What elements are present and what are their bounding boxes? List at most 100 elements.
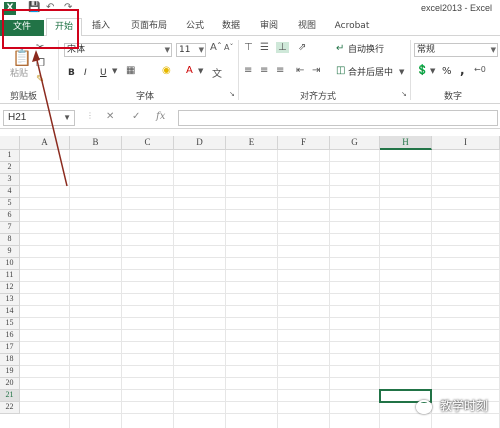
font-size-select[interactable]: 11 ▼ (176, 43, 206, 57)
paste-button[interactable]: 粘贴 (10, 68, 28, 80)
row-header-13[interactable]: 13 (0, 294, 20, 306)
align-right-icon[interactable]: ≡ (276, 65, 284, 76)
copy-icon[interactable]: ❐ (36, 58, 45, 69)
watermark: 教学时刻 (416, 397, 488, 414)
align-center-icon[interactable]: ≡ (260, 65, 268, 76)
phonetic-icon[interactable]: 文 (212, 65, 222, 80)
chevron-down-icon: ▼ (198, 46, 204, 54)
chevron-down-icon[interactable]: ▼ (112, 67, 117, 75)
chevron-down-icon[interactable]: ▼ (430, 67, 435, 75)
chevron-down-icon: ▼ (490, 46, 496, 54)
grid-line (20, 161, 500, 162)
row-header-16[interactable]: 16 (0, 330, 20, 342)
number-format-select[interactable]: 常规 ▼ (414, 43, 498, 57)
cancel-button[interactable]: ✕ (106, 111, 114, 122)
wrap-text-icon[interactable]: ↵ (336, 43, 344, 54)
paste-icon[interactable]: 📋 (12, 48, 32, 67)
row-header-8[interactable]: 8 (0, 234, 20, 246)
row-header-1[interactable]: 1 (0, 150, 20, 162)
dialog-launcher-icon[interactable]: ↘ (401, 90, 407, 98)
column-header-h[interactable]: H (380, 136, 432, 150)
fill-color-icon[interactable]: ◉ (162, 65, 171, 76)
column-header-e[interactable]: E (226, 136, 278, 150)
border-icon[interactable]: ▦ (126, 65, 135, 76)
row-header-7[interactable]: 7 (0, 222, 20, 234)
clipboard-group-label: 剪贴板 (10, 92, 38, 102)
grid-line (20, 293, 500, 294)
grid-line (20, 221, 500, 222)
grid-line (277, 150, 278, 428)
tab-insert[interactable]: 插入 (88, 18, 114, 36)
chevron-down-icon[interactable]: ▼ (63, 111, 71, 125)
chevron-down-icon[interactable]: ▼ (399, 68, 404, 76)
row-header-20[interactable]: 20 (0, 378, 20, 390)
row-header-10[interactable]: 10 (0, 258, 20, 270)
column-header-a[interactable]: A (20, 136, 70, 150)
format-painter-icon[interactable]: ✎ (36, 74, 44, 85)
font-group-label: 字体 (136, 92, 155, 102)
row-header-6[interactable]: 6 (0, 210, 20, 222)
shrink-font-icon[interactable]: Aˇ (224, 43, 233, 52)
worksheet-grid[interactable]: A B C D E F G H I 1 2 3 4 5 6 7 8 9 10 11 12 13 14 15 16 17 18 19 20… (0, 136, 500, 428)
row-header-17[interactable]: 17 (0, 342, 20, 354)
grow-font-icon[interactable]: Aˆ (210, 42, 222, 53)
column-header-b[interactable]: B (70, 136, 122, 150)
name-box[interactable]: H21 ▼ (3, 110, 75, 126)
row-header-11[interactable]: 11 (0, 270, 20, 282)
dialog-launcher-icon[interactable]: ↘ (229, 90, 235, 98)
column-header-d[interactable]: D (174, 136, 226, 150)
comma-button[interactable]: , (460, 64, 465, 76)
column-header-c[interactable]: C (122, 136, 174, 150)
tab-page-layout[interactable]: 页面布局 (126, 18, 172, 36)
row-header-22[interactable]: 22 (0, 402, 20, 414)
row-header-19[interactable]: 19 (0, 366, 20, 378)
row-header-21[interactable]: 21 (0, 390, 20, 402)
tab-review[interactable]: 审阅 (256, 18, 282, 36)
column-header-i[interactable]: I (432, 136, 500, 150)
row-header-18[interactable]: 18 (0, 354, 20, 366)
increase-decimal-icon[interactable]: ←0 (474, 65, 486, 74)
orientation-icon[interactable]: ⇗ (298, 42, 306, 53)
merge-center-icon[interactable]: ◫ (336, 65, 345, 76)
select-all-button[interactable] (0, 136, 20, 150)
underline-button[interactable]: U (100, 67, 107, 79)
divider (58, 40, 59, 100)
bold-button[interactable]: B (68, 67, 75, 79)
formula-input[interactable] (178, 110, 498, 126)
font-name-select[interactable]: 宋体 ▼ (64, 43, 172, 57)
insert-function-button[interactable]: fx (156, 111, 165, 122)
row-header-3[interactable]: 3 (0, 174, 20, 186)
row-header-5[interactable]: 5 (0, 198, 20, 210)
row-header-9[interactable]: 9 (0, 246, 20, 258)
tab-formulas[interactable]: 公式 (182, 18, 208, 36)
row-header-2[interactable]: 2 (0, 162, 20, 174)
grid-line (20, 317, 500, 318)
row-header-14[interactable]: 14 (0, 306, 20, 318)
align-left-icon[interactable]: ≡ (244, 65, 252, 76)
tab-view[interactable]: 视图 (294, 18, 320, 36)
merge-center-button[interactable]: 合并后居中 (348, 67, 393, 79)
row-header-4[interactable]: 4 (0, 186, 20, 198)
row-header-15[interactable]: 15 (0, 318, 20, 330)
italic-button[interactable]: I (84, 67, 87, 79)
enter-button[interactable]: ✓ (132, 111, 140, 122)
grid-line (379, 150, 380, 428)
accounting-format-icon[interactable]: 💲 (416, 65, 428, 76)
grid-line (20, 245, 500, 246)
align-top-icon[interactable]: ⊤ (244, 42, 253, 53)
column-header-g[interactable]: G (330, 136, 380, 150)
align-bottom-icon[interactable]: ⊥ (276, 42, 289, 53)
decrease-indent-icon[interactable]: ⇤ (296, 65, 304, 76)
increase-indent-icon[interactable]: ⇥ (312, 65, 320, 76)
row-header-12[interactable]: 12 (0, 282, 20, 294)
tab-data[interactable]: 数据 (218, 18, 244, 36)
tab-acrobat[interactable]: Acrobat (332, 18, 372, 36)
column-header-f[interactable]: F (278, 136, 330, 150)
watermark-logo-icon (416, 399, 433, 414)
percent-button[interactable]: % (442, 66, 452, 78)
window-title: excel2013 - Excel (420, 3, 492, 13)
font-color-icon[interactable]: A (186, 65, 193, 76)
wrap-text-button[interactable]: 自动换行 (348, 44, 384, 56)
align-middle-icon[interactable]: ☰ (260, 42, 269, 53)
chevron-down-icon[interactable]: ▼ (198, 67, 203, 75)
